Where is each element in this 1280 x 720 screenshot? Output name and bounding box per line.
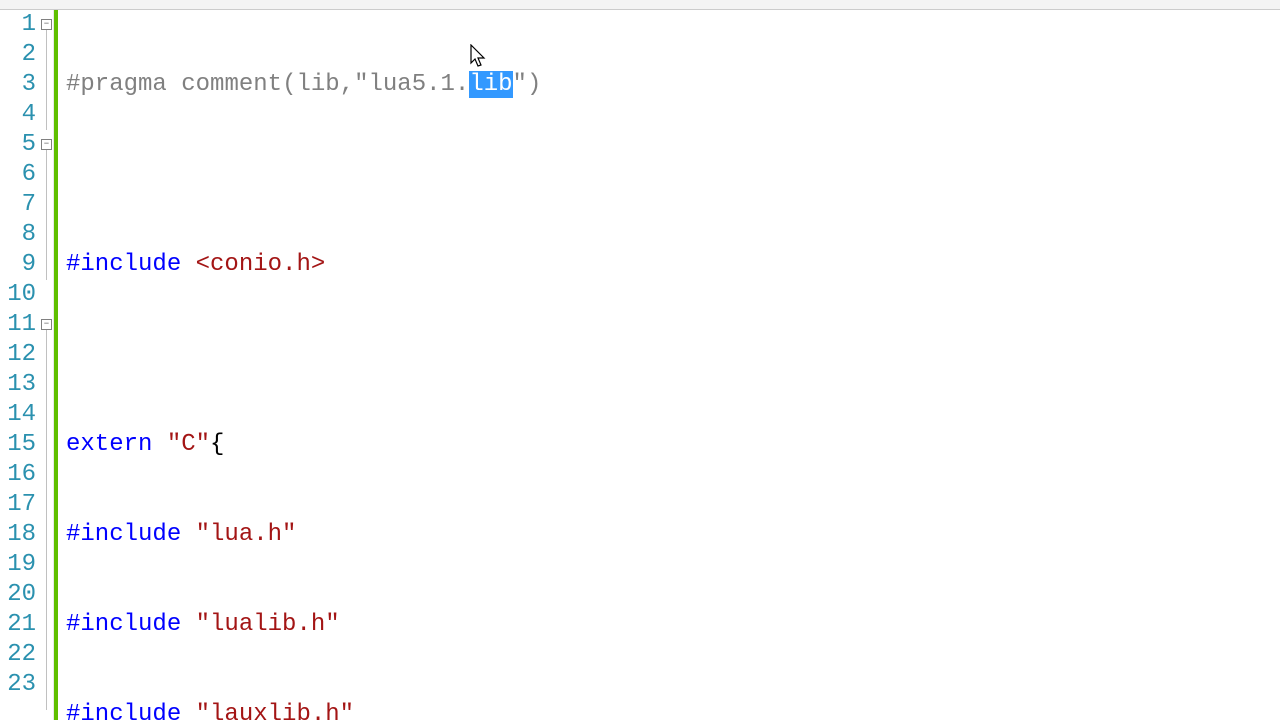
line-number: 10 [0, 280, 36, 310]
comma: , [340, 71, 354, 98]
line-number: 7 [0, 190, 36, 220]
string: lua5.1. [369, 71, 470, 98]
header: "lauxlib.h" [196, 701, 354, 720]
code-line[interactable]: #include "lua.h" [66, 520, 1280, 550]
line-number: 14 [0, 400, 36, 430]
code-line[interactable] [66, 340, 1280, 370]
line-number: 2 [0, 40, 36, 70]
line-number: 19 [0, 550, 36, 580]
line-number: 9 [0, 250, 36, 280]
line-number: 1 [0, 10, 36, 40]
string: "C" [167, 431, 210, 458]
preproc: #include [66, 701, 181, 720]
line-number: 8 [0, 220, 36, 250]
text-selection[interactable]: lib [469, 71, 512, 98]
code-area[interactable]: #pragma comment(lib,"lua5.1.lib") #inclu… [58, 10, 1280, 720]
paren: ( [282, 71, 296, 98]
preproc: #pragma [66, 71, 167, 98]
header: "lualib.h" [196, 611, 340, 638]
line-number: 13 [0, 370, 36, 400]
fold-guide [46, 30, 47, 130]
code-line[interactable] [66, 160, 1280, 190]
code-line[interactable]: extern "C"{ [66, 430, 1280, 460]
preproc: #include [66, 521, 181, 548]
line-number: 16 [0, 460, 36, 490]
fold-guide [46, 150, 47, 280]
preproc: #include [66, 251, 181, 278]
line-number: 12 [0, 340, 36, 370]
brace: { [210, 431, 224, 458]
ident: lib [296, 71, 339, 98]
fold-toggle-icon[interactable]: − [41, 19, 52, 30]
line-number: 18 [0, 520, 36, 550]
code-line[interactable]: #include <conio.h> [66, 250, 1280, 280]
line-number: 6 [0, 160, 36, 190]
header: "lua.h" [196, 521, 297, 548]
code-editor[interactable]: 1 2 3 4 5 6 7 8 9 10 11 12 13 14 15 16 1… [0, 10, 1280, 720]
line-number: 20 [0, 580, 36, 610]
fold-toggle-icon[interactable]: − [41, 319, 52, 330]
line-number: 5 [0, 130, 36, 160]
fold-toggle-icon[interactable]: − [41, 139, 52, 150]
preproc: #include [66, 611, 181, 638]
code-line[interactable]: #pragma comment(lib,"lua5.1.lib") [66, 70, 1280, 100]
line-number: 3 [0, 70, 36, 100]
header: <conio.h> [196, 251, 326, 278]
keyword: extern [66, 431, 152, 458]
breadcrumb-bar [0, 0, 1280, 10]
paren: ) [527, 71, 541, 98]
line-number: 21 [0, 610, 36, 640]
code-line[interactable]: #include "lauxlib.h" [66, 700, 1280, 720]
preproc: comment [181, 71, 282, 98]
quote: " [354, 71, 368, 98]
fold-guide [46, 330, 47, 710]
fold-column: − − − [40, 10, 54, 720]
line-number-gutter: 1 2 3 4 5 6 7 8 9 10 11 12 13 14 15 16 1… [0, 10, 40, 720]
code-line[interactable]: #include "lualib.h" [66, 610, 1280, 640]
line-number: 11 [0, 310, 36, 340]
quote: " [513, 71, 527, 98]
line-number: 15 [0, 430, 36, 460]
line-number: 17 [0, 490, 36, 520]
line-number: 22 [0, 640, 36, 670]
line-number: 23 [0, 670, 36, 700]
line-number: 4 [0, 100, 36, 130]
